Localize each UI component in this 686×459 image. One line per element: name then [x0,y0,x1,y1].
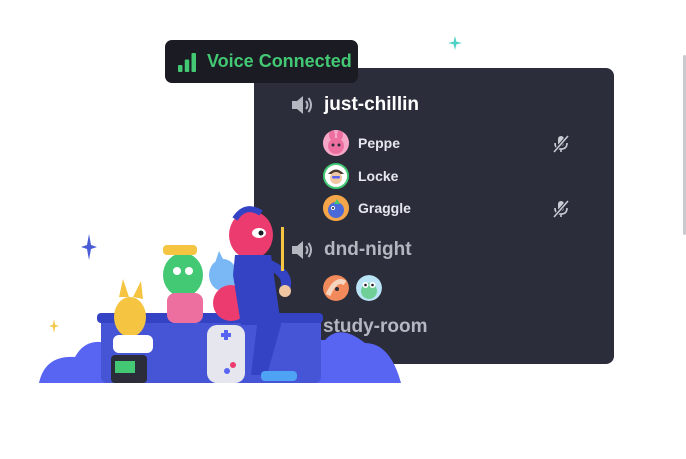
voice-connected-label: Voice Connected [207,51,352,71]
channel-just-chillin[interactable]: just-chillin [290,94,419,116]
member-peppe[interactable]: Peppe [323,130,400,156]
avatar [323,163,349,189]
avatar [323,130,349,156]
muted-mic-icon [552,200,570,218]
voice-connected-status[interactable]: Voice Connected [165,40,358,83]
signal-bars-icon [178,52,196,72]
channel-name: just-chillin [324,94,419,115]
characters-illustration [39,206,401,383]
member-name: Locke [358,168,399,184]
muted-mic-icon [552,135,570,153]
sparkle-icon [448,36,462,50]
member-name: Peppe [358,135,401,151]
member-locke[interactable]: Locke [323,163,398,189]
speaker-icon [292,96,312,114]
